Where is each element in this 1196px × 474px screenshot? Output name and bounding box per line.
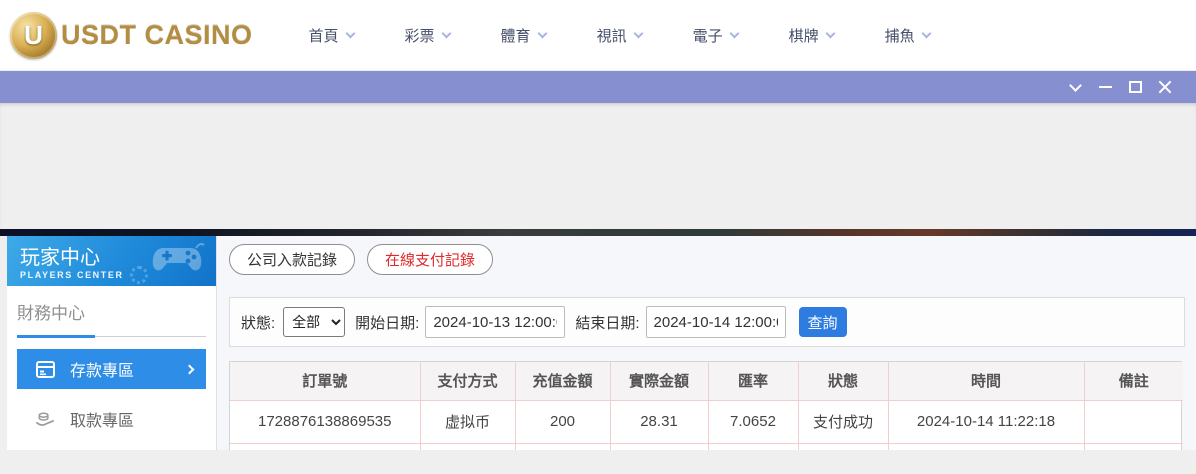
record-tabs: 公司入款記錄在線支付記錄 — [229, 244, 1185, 275]
nav-item-0[interactable]: 首頁 — [309, 25, 354, 46]
chevron-down-icon — [1069, 79, 1082, 92]
brand-name: USDT CASINO — [61, 20, 253, 51]
records-table-wrap: 訂單號支付方式充值金額實際金額匯率狀態時間備註 1728876138869535… — [229, 361, 1182, 450]
nav-item-4[interactable]: 電子 — [693, 25, 738, 46]
status-label: 狀態: — [241, 312, 275, 333]
sidebar-item-label: 取款專區 — [70, 407, 134, 431]
table-col-header: 訂單號 — [230, 362, 420, 400]
window-close-button[interactable] — [1150, 71, 1180, 103]
table-cell — [708, 443, 798, 450]
sidebar-item-0[interactable]: 存款專區 — [17, 349, 206, 389]
sidebar-divider — [17, 334, 206, 337]
nav-item-2[interactable]: 體育 — [501, 25, 546, 46]
table-cell: 支付成功 — [798, 400, 888, 443]
sidebar-item-1[interactable]: 取款專區 — [17, 399, 206, 439]
table-cell — [1084, 443, 1183, 450]
filter-bar: 狀態: 全部 開始日期: 結束日期: 查詢 — [229, 297, 1185, 347]
table-cell — [798, 443, 888, 450]
end-date-input[interactable] — [646, 306, 786, 338]
site-header: U USDT CASINO 首頁 彩票 體育 視訊 電子 棋牌 捕魚 — [0, 0, 1196, 71]
nav-item-label: 棋牌 — [789, 25, 819, 46]
tab-0[interactable]: 公司入款記錄 — [229, 244, 355, 275]
withdraw-hand-icon — [35, 409, 55, 429]
table-cell — [610, 443, 708, 450]
window-minimize-button[interactable] — [1090, 71, 1120, 103]
tab-1[interactable]: 在線支付記錄 — [367, 244, 493, 275]
table-col-header: 匯率 — [708, 362, 798, 400]
table-col-header: 備註 — [1084, 362, 1183, 400]
table-col-header: 狀態 — [798, 362, 888, 400]
nav-item-label: 電子 — [693, 25, 723, 46]
sidebar: 玩家中心 PLAYERS CENTER — [7, 236, 217, 450]
table-cell: 虚拟币 — [420, 400, 515, 443]
sidebar-items: 存款專區取款專區 ¥充值記錄 — [7, 349, 216, 450]
table-cell — [515, 443, 610, 450]
table-cell: 2024-10-14 11:22:18 — [888, 400, 1084, 443]
nav-item-1[interactable]: 彩票 — [405, 25, 450, 46]
table-cell: 200 — [515, 400, 610, 443]
chip-icon — [130, 266, 148, 284]
logo-letter: U — [24, 20, 43, 51]
records-table: 訂單號支付方式充值金額實際金額匯率狀態時間備註 1728876138869535… — [230, 362, 1183, 450]
chevron-down-icon — [921, 28, 931, 38]
sidebar-item-label: 存款專區 — [70, 357, 134, 381]
chevron-down-icon — [825, 28, 835, 38]
content-gap — [0, 103, 1196, 229]
chevron-down-icon — [729, 28, 739, 38]
nav-item-3[interactable]: 視訊 — [597, 25, 642, 46]
nav-item-label: 彩票 — [405, 25, 435, 46]
logo-ball-icon: U — [10, 12, 57, 59]
chevron-right-icon — [185, 364, 195, 374]
table-cell — [1084, 400, 1183, 443]
table-col-header: 支付方式 — [420, 362, 515, 400]
close-icon — [1158, 80, 1172, 94]
players-center-panel: 玩家中心 PLAYERS CENTER — [0, 229, 1196, 450]
nav-item-5[interactable]: 棋牌 — [789, 25, 834, 46]
main-nav: 首頁 彩票 體育 視訊 電子 棋牌 捕魚 — [309, 25, 930, 46]
table-col-header: 實際金額 — [610, 362, 708, 400]
table-cell — [420, 443, 515, 450]
main-content: 公司入款記錄在線支付記錄 狀態: 全部 開始日期: 結束日期: 查詢 訂單號支付… — [217, 236, 1196, 450]
window-maximize-button[interactable] — [1120, 71, 1150, 103]
table-header-row: 訂單號支付方式充值金額實際金額匯率狀態時間備註 — [230, 362, 1183, 400]
brand-logo[interactable]: U USDT CASINO — [10, 12, 253, 59]
maximize-icon — [1129, 81, 1142, 93]
table-cell — [888, 443, 1084, 450]
deposit-card-icon — [35, 359, 55, 379]
sidebar-header: 玩家中心 PLAYERS CENTER — [7, 236, 216, 286]
table-cell — [230, 443, 420, 450]
chevron-down-icon — [537, 28, 547, 38]
window-titlebar — [0, 71, 1196, 103]
nav-item-label: 視訊 — [597, 25, 627, 46]
start-date-input[interactable] — [425, 306, 565, 338]
panel-body: 玩家中心 PLAYERS CENTER — [0, 236, 1196, 450]
sidebar-section-title: 財務中心 — [7, 286, 216, 334]
panel-banner-strip — [0, 229, 1196, 236]
table-col-header: 充值金額 — [515, 362, 610, 400]
nav-item-6[interactable]: 捕魚 — [885, 25, 930, 46]
minimize-icon — [1099, 86, 1112, 88]
window-collapse-button[interactable] — [1060, 71, 1090, 103]
table-col-header: 時間 — [888, 362, 1084, 400]
start-date-label: 開始日期: — [355, 312, 419, 333]
nav-item-label: 首頁 — [309, 25, 339, 46]
table-cell: 1728876138869535 — [230, 400, 420, 443]
table-row-partial — [230, 443, 1183, 450]
table-row: 1728876138869535虚拟币20028.317.0652支付成功202… — [230, 400, 1183, 443]
page: U USDT CASINO 首頁 彩票 體育 視訊 電子 棋牌 捕魚 玩家中心 PLAYER… — [0, 0, 1196, 474]
chevron-down-icon — [345, 28, 355, 38]
table-cell: 7.0652 — [708, 400, 798, 443]
end-date-label: 結束日期: — [575, 312, 639, 333]
table-cell: 28.31 — [610, 400, 708, 443]
nav-item-label: 體育 — [501, 25, 531, 46]
sidebar-item-2[interactable]: ¥充值記錄 — [17, 449, 206, 450]
chevron-down-icon — [633, 28, 643, 38]
nav-item-label: 捕魚 — [885, 25, 915, 46]
gamepad-icon — [150, 242, 208, 276]
chevron-down-icon — [441, 28, 451, 38]
search-button[interactable]: 查詢 — [799, 307, 847, 337]
bottom-gap — [0, 450, 1196, 474]
status-select[interactable]: 全部 — [283, 307, 345, 337]
